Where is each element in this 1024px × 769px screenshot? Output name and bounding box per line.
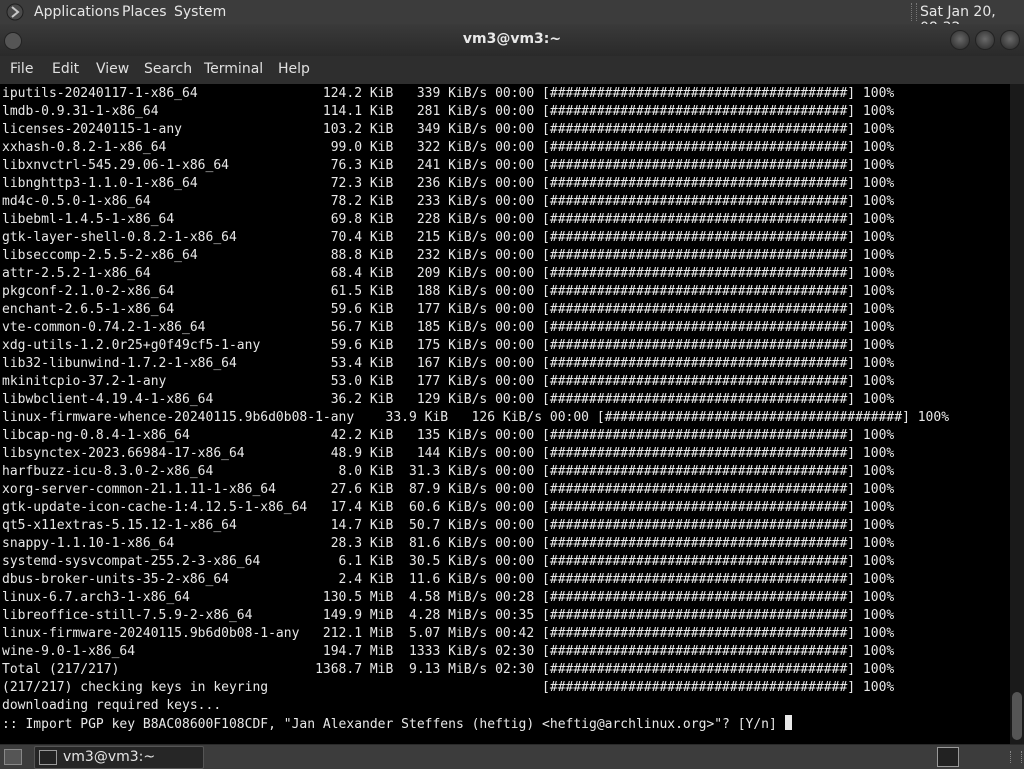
terminal-line: mkinitcpio-37.2-1-any 53.0 KiB 177 KiB/s… xyxy=(2,374,895,389)
terminal-tray-icon[interactable] xyxy=(937,747,959,767)
terminal-line: libcap-ng-0.8.4-1-x86_64 42.2 KiB 135 Ki… xyxy=(2,428,895,443)
terminal-line: gtk-layer-shell-0.8.2-1-x86_64 70.4 KiB … xyxy=(2,230,895,245)
terminal-prompt-line[interactable]: :: Import PGP key B8AC08600F108CDF, "Jan… xyxy=(2,715,949,733)
pgp-import-prompt: :: Import PGP key B8AC08600F108CDF, "Jan… xyxy=(2,717,785,732)
places-menu[interactable]: Places xyxy=(122,4,167,20)
terminal-line: qt5-x11extras-5.15.12-1-x86_64 14.7 KiB … xyxy=(2,518,895,533)
terminal-line: lib32-libunwind-1.7.2-1-x86_64 53.4 KiB … xyxy=(2,356,895,371)
taskbar-item-label: vm3@vm3:~ xyxy=(63,749,156,765)
terminal-line: harfbuzz-icu-8.3.0-2-x86_64 8.0 KiB 31.3… xyxy=(2,464,895,479)
terminal-icon xyxy=(39,750,57,765)
terminal-line: vte-common-0.74.2-1-x86_64 56.7 KiB 185 … xyxy=(2,320,895,335)
terminal-line: systemd-sysvcompat-255.2-3-x86_64 6.1 Ki… xyxy=(2,554,895,569)
terminal-line: licenses-20240115-1-any 103.2 KiB 349 Ki… xyxy=(2,122,895,137)
panel-separator xyxy=(911,3,917,21)
window-title: vm3@vm3:~ xyxy=(462,31,562,47)
panel-grip xyxy=(1010,751,1022,763)
terminal-line: libsynctex-2023.66984-17-x86_64 48.9 KiB… xyxy=(2,446,895,461)
window-titlebar[interactable]: vm3@vm3:~ xyxy=(0,24,1024,56)
terminal-line: xorg-server-common-21.1.11-1-x86_64 27.6… xyxy=(2,482,895,497)
terminal-line: xxhash-0.8.2-1-x86_64 99.0 KiB 322 KiB/s… xyxy=(2,140,895,155)
terminal-line: wine-9.0-1-x86_64 194.7 MiB 1333 KiB/s 0… xyxy=(2,644,895,659)
terminal-lines: iputils-20240117-1-x86_64 124.2 KiB 339 … xyxy=(2,85,949,733)
system-menu[interactable]: System xyxy=(174,4,226,20)
terminal-line: attr-2.5.2-1-x86_64 68.4 KiB 209 KiB/s 0… xyxy=(2,266,895,281)
minimize-button[interactable] xyxy=(950,30,970,50)
terminal-line: linux-firmware-20240115.9b6d0b08-1-any 2… xyxy=(2,626,895,641)
close-button[interactable] xyxy=(1000,30,1020,50)
terminal-window: vm3@vm3:~ File Edit View Search Terminal… xyxy=(0,24,1024,744)
menu-search[interactable]: Search xyxy=(144,61,192,77)
terminal-line: libseccomp-2.5.5-2-x86_64 88.8 KiB 232 K… xyxy=(2,248,895,263)
terminal-line: snappy-1.1.10-1-x86_64 28.3 KiB 81.6 KiB… xyxy=(2,536,895,551)
menu-help[interactable]: Help xyxy=(278,61,310,77)
terminal-line: xdg-utils-1.2.0r25+g0f49cf5-1-any 59.6 K… xyxy=(2,338,895,353)
terminal-line: linux-6.7.arch3-1-x86_64 130.5 MiB 4.58 … xyxy=(2,590,895,605)
bottom-panel: vm3@vm3:~ xyxy=(0,744,1024,769)
menu-edit[interactable]: Edit xyxy=(52,61,79,77)
terminal-line: downloading required keys... xyxy=(2,698,222,713)
terminal-line: libxnvctrl-545.29.06-1-x86_64 76.3 KiB 2… xyxy=(2,158,895,173)
terminal-line: linux-firmware-whence-20240115.9b6d0b08-… xyxy=(2,410,950,425)
terminal-output[interactable]: iputils-20240117-1-x86_64 124.2 KiB 339 … xyxy=(0,84,1010,744)
menu-terminal[interactable]: Terminal xyxy=(204,61,263,77)
menu-view[interactable]: View xyxy=(96,61,129,77)
terminal-line: md4c-0.5.0-1-x86_64 78.2 KiB 233 KiB/s 0… xyxy=(2,194,895,209)
terminal-scrollbar[interactable] xyxy=(1010,84,1024,744)
top-panel: Applications Places System Sat Jan 20, 0… xyxy=(0,0,1024,36)
terminal-line: iputils-20240117-1-x86_64 124.2 KiB 339 … xyxy=(2,86,895,101)
taskbar-item-terminal[interactable]: vm3@vm3:~ xyxy=(34,746,204,769)
menu-file[interactable]: File xyxy=(10,61,33,77)
applications-menu[interactable]: Applications xyxy=(34,4,120,20)
terminal-line: dbus-broker-units-35-2-x86_64 2.4 KiB 11… xyxy=(2,572,895,587)
scrollbar-thumb[interactable] xyxy=(1012,692,1022,740)
menubar: File Edit View Search Terminal Help xyxy=(0,56,1024,84)
gnome-foot-icon[interactable] xyxy=(6,3,24,21)
maximize-button[interactable] xyxy=(975,30,995,50)
terminal-line: libreoffice-still-7.5.9-2-x86_64 149.9 M… xyxy=(2,608,895,623)
show-desktop-icon[interactable] xyxy=(4,749,22,765)
terminal-line: enchant-2.6.5-1-x86_64 59.6 KiB 177 KiB/… xyxy=(2,302,895,317)
terminal-line: lmdb-0.9.31-1-x86_64 114.1 KiB 281 KiB/s… xyxy=(2,104,895,119)
terminal-line: gtk-update-icon-cache-1:4.12.5-1-x86_64 … xyxy=(2,500,895,515)
terminal-line: libebml-1.4.5-1-x86_64 69.8 KiB 228 KiB/… xyxy=(2,212,895,227)
terminal-line: pkgconf-2.1.0-2-x86_64 61.5 KiB 188 KiB/… xyxy=(2,284,895,299)
terminal-line: libnghttp3-1.1.0-1-x86_64 72.3 KiB 236 K… xyxy=(2,176,895,191)
terminal-line: Total (217/217) 1368.7 MiB 9.13 MiB/s 02… xyxy=(2,662,895,677)
terminal-line: (217/217) checking keys in keyring [####… xyxy=(2,680,895,695)
text-cursor xyxy=(784,715,792,730)
terminal-line: libwbclient-4.19.4-1-x86_64 36.2 KiB 129… xyxy=(2,392,895,407)
